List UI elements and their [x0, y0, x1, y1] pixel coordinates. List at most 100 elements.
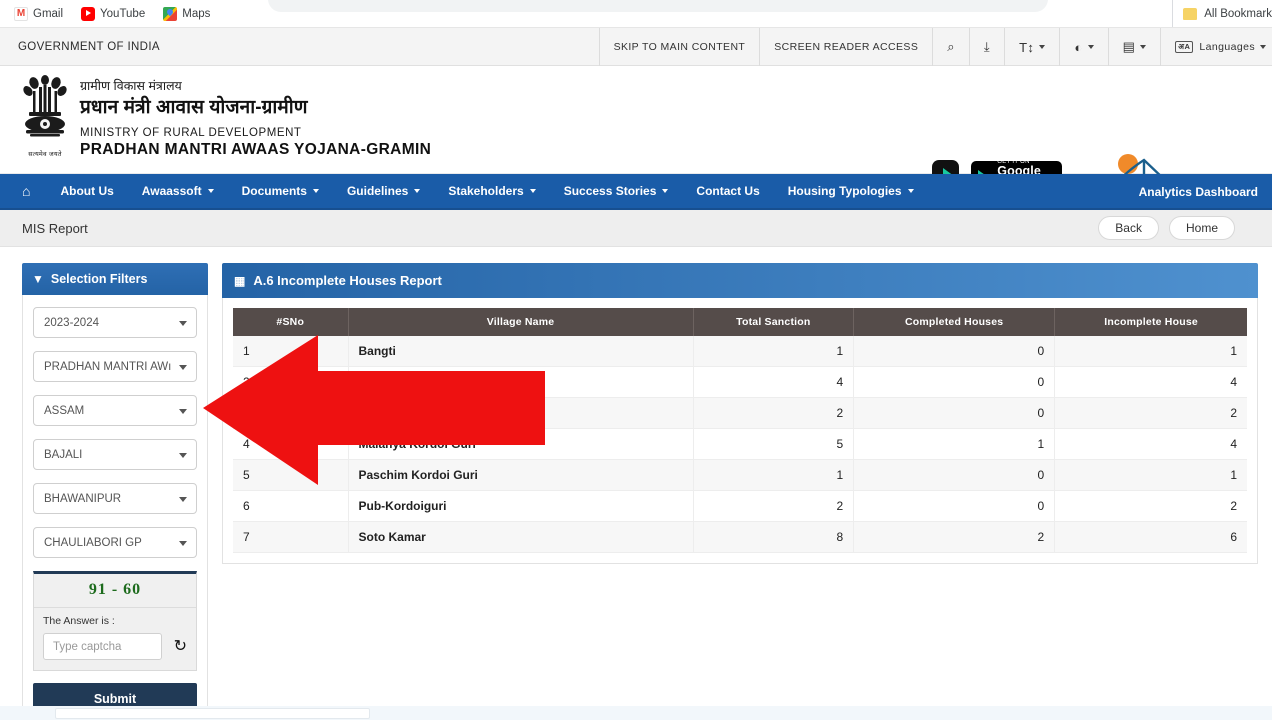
nav-item-stakeholders[interactable]: Stakeholders	[434, 174, 549, 208]
browser-chrome: Gmail YouTube Maps All Bookmark	[0, 0, 1280, 28]
nav-item-awaassoft[interactable]: Awaassoft	[128, 174, 228, 208]
all-bookmarks-button[interactable]: All Bookmark	[1172, 0, 1272, 27]
maps-icon	[163, 6, 178, 21]
panchayat-select[interactable]: CHAULIABORI GP	[33, 527, 197, 558]
column-header-total-sanction[interactable]: Total Sanction	[693, 308, 855, 336]
cell-total-sanction: 8	[693, 521, 855, 553]
selection-filters-panel: ▼ Selection Filters 2023-2024 PRADHAN MA…	[22, 263, 208, 720]
incomplete-houses-report-card: ▦ A.6 Incomplete Houses Report #SNo Vill…	[222, 263, 1258, 720]
nav-label: About Us	[60, 184, 114, 198]
block-select[interactable]: BHAWANIPUR	[33, 483, 197, 514]
table-header-row: #SNo Village Name Total Sanction Complet…	[233, 308, 1247, 336]
cell-completed-houses: 0	[853, 490, 1056, 522]
cell-sno: 6	[233, 490, 349, 522]
cell-sno: 4	[233, 428, 349, 460]
select-value: 2023-2024	[44, 316, 99, 329]
emblem-motto: सत्यमेव जयते	[28, 151, 62, 158]
bookmark-gmail[interactable]: Gmail	[14, 6, 63, 21]
main-navigation: ⌂ About Us Awaassoft Documents Guideline…	[0, 174, 1280, 210]
cell-village: Pub-Kordoiguri	[348, 490, 694, 522]
search-icon[interactable]: ⌕	[932, 28, 969, 66]
contrast-icon[interactable]: ◐	[1059, 28, 1107, 66]
captcha-question: 91 - 60	[34, 574, 196, 608]
table-row: 5 Paschim Kordoi Guri 1 0 1	[233, 459, 1247, 491]
nav-item-contact-us[interactable]: Contact Us	[682, 174, 773, 208]
masthead-text: ग्रामीण विकास मंत्रालय प्रधान मंत्री आवा…	[80, 79, 431, 159]
nav-item-housing-typologies[interactable]: Housing Typologies	[774, 174, 928, 208]
nav-label: Housing Typologies	[787, 184, 902, 198]
chevron-down-icon	[907, 189, 914, 193]
cell-sno: 3	[233, 397, 349, 429]
bookmark-maps[interactable]: Maps	[163, 6, 210, 21]
nav-label: Contact Us	[696, 184, 760, 198]
nav-item-about-us[interactable]: About Us	[46, 174, 127, 208]
cell-village: Soto Kamar	[348, 521, 694, 553]
report-title: A.6 Incomplete Houses Report	[253, 273, 442, 288]
table-row: 3 Pathar 2 0 2	[233, 397, 1247, 429]
cell-village: Chaulia Bori	[348, 366, 694, 398]
scheme-select[interactable]: PRADHAN MANTRI AWı	[33, 351, 197, 382]
text-size-icon[interactable]: T↕	[1004, 28, 1059, 66]
report-header: ▦ A.6 Incomplete Houses Report	[222, 263, 1258, 298]
cell-completed-houses: 1	[853, 428, 1056, 460]
nav-item-guidelines[interactable]: Guidelines	[333, 174, 434, 208]
bookmark-label: YouTube	[100, 7, 146, 20]
cell-sno: 1	[233, 336, 349, 367]
download-icon[interactable]: ⤓	[968, 28, 1004, 66]
column-header-sno[interactable]: #SNo	[233, 308, 349, 336]
table-row: 7 Soto Kamar 8 2 6	[233, 521, 1247, 553]
chevron-down-icon	[207, 189, 214, 193]
government-top-bar: GOVERNMENT OF INDIA SKIP TO MAIN CONTENT…	[0, 28, 1280, 66]
bookmark-youtube[interactable]: YouTube	[81, 6, 146, 21]
captcha-input[interactable]: Type captcha	[43, 633, 162, 660]
state-select[interactable]: ASSAM	[33, 395, 197, 426]
table-row: 2 Chaulia Bori 4 0 4	[233, 366, 1247, 398]
district-select[interactable]: BAJALI	[33, 439, 197, 470]
all-bookmarks-label: All Bookmark	[1204, 7, 1272, 20]
cell-total-sanction: 2	[693, 490, 855, 522]
horizontal-scrollbar-thumb[interactable]	[55, 708, 370, 719]
skip-to-main-content-link[interactable]: SKIP TO MAIN CONTENT	[598, 28, 760, 66]
cell-incomplete-house: 6	[1054, 521, 1247, 553]
back-button[interactable]: Back	[1098, 216, 1159, 240]
home-button[interactable]: Home	[1168, 216, 1235, 240]
table-row: 6 Pub-Kordoiguri 2 0 2	[233, 490, 1247, 522]
table-head: #SNo Village Name Total Sanction Complet…	[233, 308, 1247, 336]
cell-village: Pathar	[348, 397, 694, 429]
cell-total-sanction: 5	[693, 428, 855, 460]
funnel-icon: ▼	[32, 272, 44, 286]
bookmarks-bar: Gmail YouTube Maps All Bookmark	[0, 0, 1280, 27]
page-actions: Back Home	[1098, 216, 1235, 240]
cell-village: Malahya Kordoi Guri	[348, 428, 694, 460]
accessibility-toolbar: SKIP TO MAIN CONTENT SCREEN READER ACCES…	[598, 28, 1280, 66]
cell-incomplete-house: 2	[1054, 397, 1247, 429]
cell-sno: 7	[233, 521, 349, 553]
cell-incomplete-house: 4	[1054, 428, 1247, 460]
column-header-village-name[interactable]: Village Name	[348, 308, 694, 336]
cell-incomplete-house: 1	[1054, 459, 1247, 491]
chevron-down-icon	[1039, 45, 1046, 49]
ministry-hindi-small: ग्रामीण विकास मंत्रालय	[80, 79, 182, 93]
column-header-completed-houses[interactable]: Completed Houses	[853, 308, 1056, 336]
nav-home-button[interactable]: ⌂	[0, 174, 46, 208]
nav-item-success-stories[interactable]: Success Stories	[550, 174, 683, 208]
chevron-down-icon	[312, 189, 319, 193]
incomplete-houses-table: #SNo Village Name Total Sanction Complet…	[233, 308, 1247, 553]
folder-icon	[1183, 7, 1198, 20]
theme-icon[interactable]: ▤	[1107, 28, 1161, 66]
cell-total-sanction: 4	[693, 366, 855, 398]
chevron-down-icon	[1087, 45, 1094, 49]
screen-reader-access-link[interactable]: SCREEN READER ACCESS	[759, 28, 932, 66]
site-masthead: सत्यमेव जयते ग्रामीण विकास मंत्रालय प्रध…	[0, 66, 1280, 234]
nav-item-documents[interactable]: Documents	[228, 174, 333, 208]
cell-total-sanction: 1	[693, 459, 855, 491]
column-header-incomplete-house[interactable]: Incomplete House	[1054, 308, 1247, 336]
languages-dropdown[interactable]: अA Languages	[1160, 28, 1280, 66]
financial-year-select[interactable]: 2023-2024	[33, 307, 197, 338]
refresh-captcha-icon[interactable]: ↻	[174, 638, 187, 655]
nav-item-analytics-dashboard[interactable]: Analytics Dashboard	[1125, 174, 1272, 210]
nav-label: Stakeholders	[448, 184, 524, 198]
page-title: MIS Report	[22, 220, 88, 236]
government-of-india-label: GOVERNMENT OF INDIA	[18, 40, 160, 53]
ashoka-emblem-icon	[23, 75, 67, 137]
